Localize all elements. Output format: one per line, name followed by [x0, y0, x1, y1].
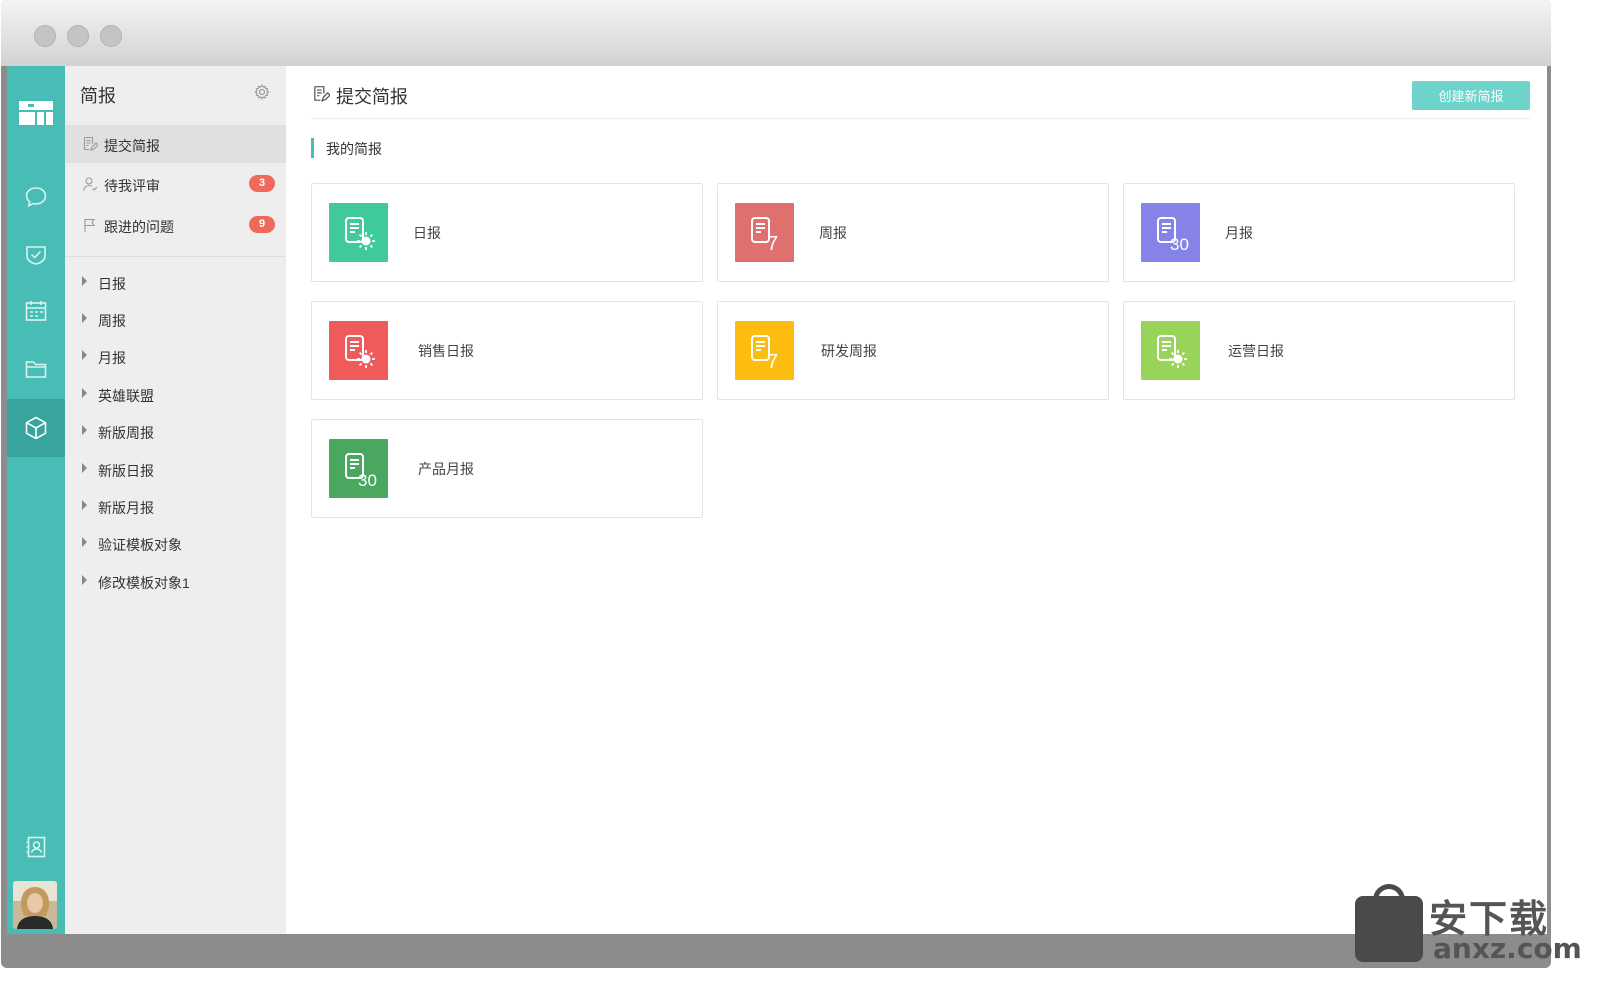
rail-calendar[interactable]: [7, 282, 65, 340]
report-template-icon: 30: [1141, 203, 1200, 262]
nav-submit-report[interactable]: 提交简报: [65, 125, 286, 163]
site-watermark: 安下载 anxz.com: [1355, 882, 1595, 972]
svg-text:7: 7: [767, 233, 778, 253]
main-content: 提交简报 创建新简报 我的简报 日报 7 周报 30 月报销售日报 7 研发周报 运营日报 30…: [286, 66, 1547, 934]
expand-arrow-icon: [82, 463, 87, 473]
report-card-label: 研发周报: [821, 343, 877, 359]
gear-icon[interactable]: [254, 84, 270, 100]
expand-arrow-icon: [82, 388, 87, 398]
calendar-icon: [25, 301, 47, 321]
watermark-line2: anxz.com: [1433, 932, 1582, 965]
report-card[interactable]: 7 周报: [717, 183, 1109, 282]
expand-arrow-icon: [82, 500, 87, 510]
tree-item-label: 日报: [98, 276, 126, 292]
user-avatar[interactable]: [13, 881, 57, 929]
report-template-icon: 30: [329, 439, 388, 498]
tree-item-label: 英雄联盟: [98, 388, 154, 404]
tree-item[interactable]: 月报: [65, 342, 286, 372]
tree-item-label: 修改模板对象1: [98, 575, 190, 591]
rail-contacts[interactable]: [7, 818, 65, 876]
minimize-window-button[interactable]: [67, 25, 89, 47]
svg-text:7: 7: [767, 351, 778, 371]
app-body: 简报 提交简报 待我评审 3 跟进的问题 9 日报 周报 月报 英雄联盟 新版周…: [7, 66, 1547, 934]
rail-home[interactable]: [7, 84, 65, 142]
tree-item[interactable]: 修改模板对象1: [65, 567, 286, 597]
nav-label: 待我评审: [104, 178, 160, 194]
cube-icon: [25, 416, 47, 440]
icon-rail: [7, 66, 65, 934]
report-card-label: 运营日报: [1228, 343, 1284, 359]
header-divider: [311, 118, 1530, 119]
zoom-window-button[interactable]: [100, 25, 122, 47]
sidebar: 简报 提交简报 待我评审 3 跟进的问题 9 日报 周报 月报 英雄联盟 新版周…: [65, 66, 286, 934]
report-template-icon: 7: [735, 321, 794, 380]
report-card[interactable]: 7 研发周报: [717, 301, 1109, 400]
report-template-icon: [329, 321, 388, 380]
svg-text:30: 30: [358, 471, 377, 489]
tree-item[interactable]: 新版周报: [65, 417, 286, 447]
title-bar: [1, 0, 1551, 66]
rail-tasks[interactable]: [7, 226, 65, 284]
tree-item-label: 新版月报: [98, 500, 154, 516]
tree-item-label: 月报: [98, 350, 126, 366]
tree-item-label: 新版日报: [98, 463, 154, 479]
tree-item[interactable]: 英雄联盟: [65, 380, 286, 410]
shopping-bag-logo-icon: [1355, 896, 1423, 962]
expand-arrow-icon: [82, 276, 87, 286]
expand-arrow-icon: [82, 425, 87, 435]
close-window-button[interactable]: [34, 25, 56, 47]
nav-followed-issues[interactable]: 跟进的问题 9: [65, 206, 286, 244]
svg-text:30: 30: [1170, 235, 1189, 253]
nav-label: 提交简报: [104, 138, 160, 154]
report-card-label: 月报: [1225, 225, 1253, 241]
rail-files[interactable]: [7, 340, 65, 398]
report-template-icon: [329, 203, 388, 262]
sidebar-title: 简报: [80, 86, 116, 106]
tree-item[interactable]: 日报: [65, 268, 286, 298]
dashboard-logo-icon: [19, 101, 53, 125]
tree-item[interactable]: 验证模板对象: [65, 529, 286, 559]
check-shield-icon: [26, 246, 46, 265]
rail-messages[interactable]: [7, 168, 65, 226]
report-card[interactable]: 日报: [311, 183, 703, 282]
tree-item-label: 新版周报: [98, 425, 154, 441]
report-card-label: 日报: [413, 225, 441, 241]
tree-item[interactable]: 新版日报: [65, 455, 286, 485]
app-window: 简报 提交简报 待我评审 3 跟进的问题 9 日报 周报 月报 英雄联盟 新版周…: [1, 0, 1551, 968]
report-card-label: 销售日报: [418, 343, 474, 359]
flag-icon: [84, 218, 96, 232]
report-card[interactable]: 运营日报: [1123, 301, 1515, 400]
expand-arrow-icon: [82, 575, 87, 585]
tree-item-label: 验证模板对象: [98, 537, 182, 553]
tree-item[interactable]: 周报: [65, 305, 286, 335]
folder-icon: [25, 361, 47, 378]
expand-arrow-icon: [82, 537, 87, 547]
page-title: 提交简报: [336, 87, 408, 107]
edit-document-icon: [83, 136, 98, 151]
report-template-icon: 7: [735, 203, 794, 262]
report-card[interactable]: 30 月报: [1123, 183, 1515, 282]
nav-label: 跟进的问题: [104, 219, 174, 235]
chat-bubble-icon: [25, 187, 47, 208]
report-card-label: 产品月报: [418, 461, 474, 477]
report-card[interactable]: 30 产品月报: [311, 419, 703, 518]
rail-apps[interactable]: [7, 399, 65, 457]
nav-pending-review[interactable]: 待我评审 3: [65, 165, 286, 203]
edit-document-icon: [314, 86, 330, 102]
section-title: 我的简报: [326, 141, 382, 157]
report-template-icon: [1141, 321, 1200, 380]
report-card[interactable]: 销售日报: [311, 301, 703, 400]
report-card-label: 周报: [819, 225, 847, 241]
pending-count-badge: 3: [249, 175, 275, 192]
section-accent-bar: [311, 138, 314, 158]
expand-arrow-icon: [82, 350, 87, 360]
tree-item[interactable]: 新版月报: [65, 492, 286, 522]
create-report-button[interactable]: 创建新简报: [1412, 81, 1530, 110]
sidebar-divider: [65, 256, 286, 257]
expand-arrow-icon: [82, 313, 87, 323]
user-review-icon: [82, 177, 98, 191]
contacts-book-icon: [26, 836, 46, 858]
tree-item-label: 周报: [98, 313, 126, 329]
issues-count-badge: 9: [249, 216, 275, 233]
